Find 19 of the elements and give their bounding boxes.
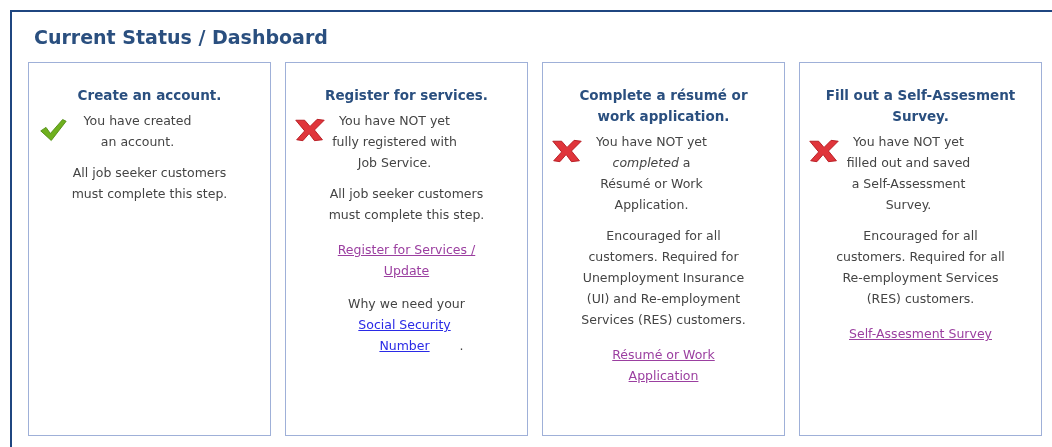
status-text: You have created an account. bbox=[82, 112, 193, 151]
card-title: Complete a résumé or work application. bbox=[578, 86, 749, 126]
step-link[interactable]: Résumé or Work Application bbox=[578, 344, 749, 386]
step-description: Encouraged for all customers. Required for all Re-employment Services (RES) customers. bbox=[835, 227, 1006, 308]
card-title: Fill out a Self-Assesment Survey. bbox=[824, 86, 1017, 126]
step-description: All job seeker customers must complete this step. bbox=[70, 164, 229, 203]
status-text: You have NOT yet completed a Résumé or Work Application. bbox=[595, 133, 708, 214]
step-description: All job seeker customers must complete this step. bbox=[327, 185, 486, 224]
status-text: You have NOT yet fully registered with Job Service. bbox=[332, 112, 457, 172]
step-description: Encouraged for all customers. Required for Unemployment Insurance (UI) and Re-employment Services (RES) customers. bbox=[580, 227, 747, 329]
card-title: Create an account. bbox=[76, 86, 223, 105]
card-title: Register for services. bbox=[324, 86, 489, 105]
panel-title: Current Status / Dashboard bbox=[34, 26, 329, 48]
note-text: Why we need your bbox=[348, 295, 465, 313]
note-period: . bbox=[459, 337, 464, 355]
ssn-link[interactable]: Social Security Number bbox=[349, 314, 460, 356]
step-link[interactable]: Register for Services / Update bbox=[321, 239, 492, 281]
status-text: You have NOT yet filled out and saved a Self-Assessment Survey. bbox=[846, 133, 971, 214]
step-link[interactable]: Self-Assesment Survey bbox=[835, 323, 1006, 344]
